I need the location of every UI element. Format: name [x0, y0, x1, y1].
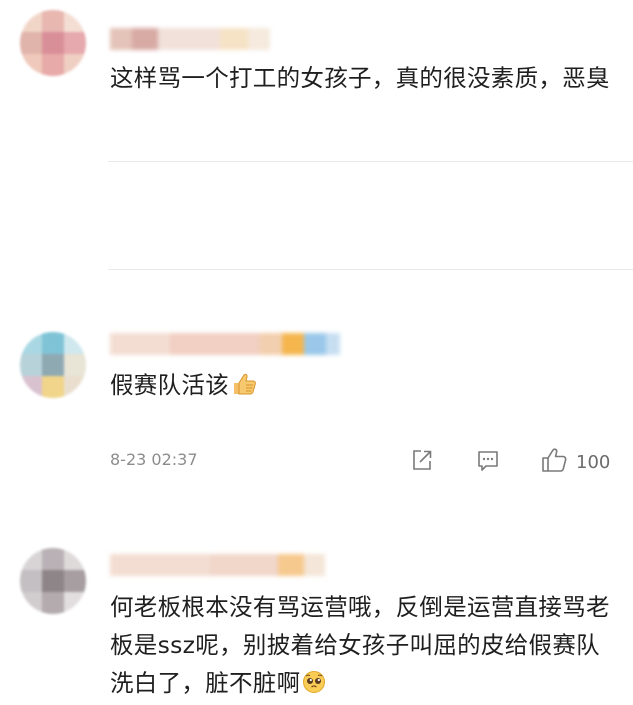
- avatar[interactable]: [20, 548, 86, 614]
- comment-text: 何老板根本没有骂运营哦，反倒是运营直接骂老板是ssz呢，别披着给女孩子叫屈的皮给…: [110, 588, 623, 705]
- like-count: 100: [576, 451, 611, 473]
- comment-item: 何老板根本没有骂运营哦，反倒是运营直接骂老板是ssz呢，别披着给女孩子叫屈的皮给…: [0, 270, 633, 697]
- reply-button[interactable]: [476, 449, 500, 475]
- avatar[interactable]: [20, 10, 86, 76]
- comment-text: 这样骂一个打工的女孩子，真的很没素质，恶臭: [110, 64, 610, 92]
- username-blurred[interactable]: [110, 554, 325, 576]
- like-button[interactable]: 100: [540, 447, 611, 477]
- username-blurred[interactable]: [110, 28, 270, 50]
- share-button[interactable]: [410, 449, 434, 475]
- comment-text-content: 何老板根本没有骂运营哦，反倒是运营直接骂老板是ssz呢，别披着给女孩子叫屈的皮给…: [110, 593, 610, 697]
- comment-icon: [476, 448, 500, 476]
- pleading-face-emoji: [302, 667, 326, 705]
- share-icon: [410, 448, 434, 476]
- comment-item: 假赛队活该: [0, 162, 633, 399]
- comment-item: 这样骂一个打工的女孩子，真的很没素质，恶臭: [0, 0, 633, 162]
- timestamp: 8-23 02:37: [110, 450, 198, 469]
- comment-footer: 8-23 02:37 100: [110, 447, 615, 477]
- thumbs-up-icon: [540, 447, 568, 477]
